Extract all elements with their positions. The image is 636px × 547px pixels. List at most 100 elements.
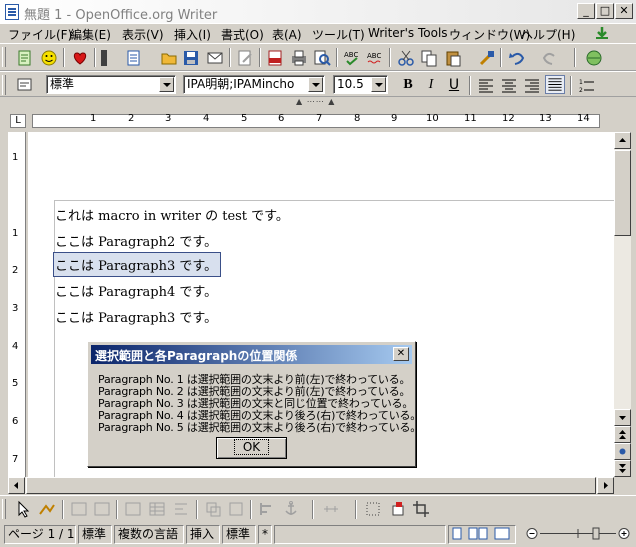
selection-mode-indicator[interactable]: 標準 — [222, 525, 256, 544]
open-folder-icon[interactable] — [160, 49, 178, 67]
paragraph-5[interactable]: ここは Paragraph3 です。 — [55, 307, 217, 326]
page-preview-icon[interactable] — [313, 49, 331, 67]
new-icon[interactable] — [125, 49, 143, 67]
horizontal-scrollbar[interactable] — [8, 477, 614, 494]
chevron-down-icon[interactable] — [159, 77, 174, 92]
tab-type-selector[interactable]: L — [10, 114, 26, 128]
clone-formatting-icon[interactable] — [478, 49, 496, 67]
maximize-button[interactable]: □ — [596, 3, 614, 19]
page-indicator[interactable]: ページ 1 / 1 — [4, 525, 76, 544]
scroll-thumb[interactable] — [26, 477, 596, 494]
menu-format[interactable]: 書式(O) — [221, 26, 264, 43]
toolbar-grip[interactable] — [2, 75, 6, 95]
justify-button[interactable] — [545, 75, 565, 94]
chevron-down-icon[interactable] — [308, 77, 323, 92]
scroll-down-button[interactable] — [614, 409, 631, 426]
crop-icon[interactable] — [412, 500, 430, 518]
select-pointer-icon[interactable] — [14, 500, 32, 518]
toolbar-grip[interactable] — [2, 499, 6, 519]
align-right-icon[interactable] — [523, 77, 541, 95]
menu-insert[interactable]: 挿入(I) — [174, 26, 211, 43]
menu-help[interactable]: ヘルプ(H) — [521, 26, 575, 43]
update-download-icon[interactable] — [594, 25, 610, 41]
draw-functions-icon[interactable] — [38, 500, 56, 518]
bold-button[interactable]: B — [398, 76, 418, 95]
dialog-close-button[interactable]: ✕ — [393, 347, 409, 361]
scroll-left-button[interactable] — [8, 477, 25, 494]
view-layout-icon[interactable] — [451, 526, 513, 541]
send-to-back-icon[interactable] — [227, 500, 245, 518]
cut-icon[interactable] — [397, 49, 415, 67]
font-name-select[interactable]: IPA明朝;IPAMincho — [183, 75, 325, 94]
toolbar-grip[interactable] — [2, 47, 6, 67]
toolbar-options-icon[interactable] — [100, 49, 108, 67]
heart-icon[interactable] — [71, 49, 89, 67]
smiley-icon[interactable] — [40, 49, 58, 67]
export-pdf-icon[interactable] — [266, 49, 284, 67]
scroll-right-button[interactable] — [597, 477, 614, 494]
next-page-button[interactable] — [614, 460, 631, 477]
menu-file[interactable]: ファイル(F) — [8, 26, 72, 43]
navigator-icon[interactable] — [585, 49, 603, 67]
extrusion-icon[interactable] — [389, 500, 407, 518]
numbering-icon[interactable]: 12 — [578, 77, 596, 95]
dialog-title-bar[interactable]: 選択範囲と各Paragraphの位置関係 ✕ — [91, 345, 412, 364]
anchor-icon[interactable] — [282, 500, 300, 518]
align-objects-icon[interactable] — [258, 500, 276, 518]
email-icon[interactable] — [206, 49, 224, 67]
font-size-select[interactable]: 10.5 — [333, 75, 388, 94]
paragraph-style-select[interactable]: 標準 — [46, 75, 176, 94]
navigation-button[interactable] — [614, 443, 631, 460]
paragraph-3-selected[interactable]: ここは Paragraph3 です。 — [52, 252, 222, 277]
save-icon[interactable] — [182, 49, 200, 67]
expand-handle-icon[interactable]: ▲ ⋯⋯ ▲ — [296, 97, 335, 106]
scroll-up-button[interactable] — [614, 132, 631, 149]
paste-icon[interactable] — [444, 49, 462, 67]
italic-button[interactable]: I — [421, 76, 441, 95]
paragraph-1[interactable]: これは macro in writer の test です。 — [55, 205, 289, 224]
styles-formatting-icon[interactable] — [16, 76, 34, 94]
grid-icon[interactable] — [364, 500, 382, 518]
paragraph-4[interactable]: ここは Paragraph4 です。 — [55, 281, 217, 300]
table-icon[interactable] — [148, 500, 166, 518]
insert-mode-indicator[interactable]: 挿入 — [186, 525, 220, 544]
menu-writers-tools[interactable]: Writer's Tools — [368, 26, 448, 40]
page-style-indicator[interactable]: 標準 — [78, 525, 112, 544]
menu-tools[interactable]: ツール(T) — [312, 26, 365, 43]
print-icon[interactable] — [290, 49, 308, 67]
copy-icon[interactable] — [420, 49, 438, 67]
redo-icon[interactable] — [541, 49, 559, 67]
close-button[interactable]: ✕ — [615, 3, 633, 19]
edit-file-icon[interactable] — [236, 49, 254, 67]
new-document-icon[interactable] — [16, 49, 34, 67]
language-indicator[interactable]: 複数の言語 — [114, 525, 184, 544]
vertical-scrollbar[interactable] — [614, 132, 631, 477]
previous-page-button[interactable] — [614, 426, 631, 443]
menu-table[interactable]: 表(A) — [272, 26, 302, 43]
horizontal-ruler[interactable]: L 1 2 3 4 5 6 7 8 9 10 11 12 13 14 — [8, 112, 616, 130]
edit-points-icon[interactable] — [124, 500, 142, 518]
minimize-button[interactable]: _ — [577, 3, 595, 19]
distribute-icon[interactable] — [322, 500, 340, 518]
writer-document-icon[interactable] — [5, 4, 19, 20]
menu-edit[interactable]: 編集(E) — [70, 26, 111, 43]
menu-window[interactable]: ウィンドウ(W) — [449, 26, 530, 43]
bring-to-front-icon[interactable] — [204, 500, 222, 518]
vertical-ruler[interactable]: 1 1 2 3 4 5 6 7 — [8, 132, 26, 477]
spellcheck-icon[interactable]: ABC — [343, 49, 361, 67]
align-center-icon[interactable] — [500, 77, 518, 95]
underline-button[interactable]: U — [444, 76, 464, 95]
toolbar-collapse-strip[interactable]: ▲ ⋯⋯ ▲ — [0, 97, 636, 108]
undo-icon[interactable] — [508, 49, 526, 67]
menu-view[interactable]: 表示(V) — [122, 26, 164, 43]
paragraph-2[interactable]: ここは Paragraph2 です。 — [55, 231, 217, 250]
zoom-slider[interactable] — [526, 525, 630, 542]
autospellcheck-icon[interactable]: ABC — [366, 49, 384, 67]
align-left-icon[interactable] — [477, 77, 495, 95]
ok-button[interactable]: OK — [216, 437, 287, 459]
insert-image-icon[interactable] — [70, 500, 88, 518]
wrap-icon[interactable] — [172, 500, 190, 518]
scroll-thumb[interactable] — [614, 150, 631, 236]
chevron-down-icon[interactable] — [371, 77, 386, 92]
insert-frame-icon[interactable] — [93, 500, 111, 518]
